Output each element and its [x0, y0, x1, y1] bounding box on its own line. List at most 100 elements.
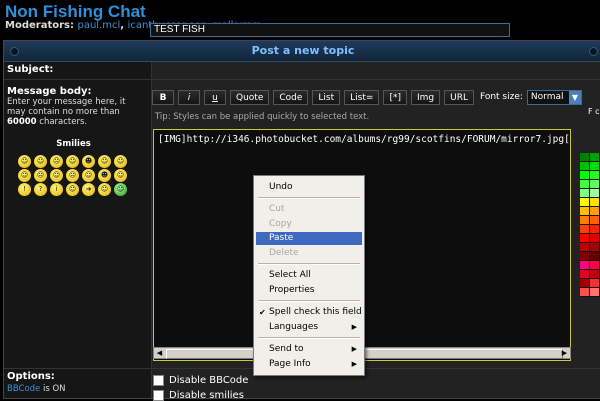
smiley-icon[interactable]: ☺: [98, 183, 111, 196]
smiley-icon[interactable]: ☺: [98, 155, 111, 168]
color-swatch[interactable]: [580, 261, 590, 270]
options-label: Options:: [7, 371, 55, 382]
color-swatch[interactable]: [590, 288, 600, 297]
smiley-icon[interactable]: ☺: [114, 155, 127, 168]
smiley-icon[interactable]: ☺: [66, 155, 79, 168]
color-swatch[interactable]: [590, 234, 600, 243]
smiley-icon[interactable]: ☹: [66, 169, 79, 182]
panel-titlebar: Post a new topic: [4, 41, 600, 62]
subject-input[interactable]: TEST FISH: [150, 23, 510, 37]
corner-dot-icon: [589, 47, 598, 56]
menu-item-label: Send to: [269, 344, 304, 354]
list-item-button[interactable]: [*]: [383, 89, 407, 105]
smiley-icon[interactable]: ☻: [98, 169, 111, 182]
menu-item-properties[interactable]: Properties: [256, 284, 362, 297]
smiley-icon[interactable]: ☻: [82, 155, 95, 168]
color-swatch[interactable]: [580, 189, 590, 198]
help-text-part: Enter your message here, it may contain …: [7, 97, 126, 117]
color-swatch[interactable]: [590, 261, 600, 270]
url-button[interactable]: URL: [444, 89, 474, 105]
menu-item-select-all[interactable]: Select All: [256, 269, 362, 282]
code-button[interactable]: Code: [273, 89, 309, 105]
message-body-label: Message body:: [7, 86, 92, 97]
bbcode-link[interactable]: BBCode: [7, 384, 40, 394]
smiley-icon[interactable]: ☹: [34, 169, 47, 182]
menu-item-send-to[interactable]: Send to ▶: [256, 343, 362, 356]
color-palette-label: F c: [588, 107, 600, 116]
menu-item-paste[interactable]: Paste: [256, 232, 362, 245]
color-swatch[interactable]: [580, 234, 590, 243]
menu-separator: [258, 337, 360, 339]
color-swatch[interactable]: [580, 153, 590, 162]
smiley-icon[interactable]: ☺: [66, 183, 79, 196]
color-swatch[interactable]: [580, 288, 590, 297]
color-palette: [580, 153, 600, 297]
alien-icon[interactable]: ☺: [114, 183, 127, 196]
forum-title[interactable]: Non Fishing Chat: [5, 2, 146, 22]
smiley-icon[interactable]: ☺: [18, 155, 31, 168]
quote-button[interactable]: Quote: [230, 89, 270, 105]
font-size-select[interactable]: Normal ▼: [526, 89, 582, 105]
color-swatch[interactable]: [590, 243, 600, 252]
img-button[interactable]: Img: [410, 89, 441, 105]
question-icon[interactable]: ?: [34, 183, 47, 196]
color-swatch[interactable]: [590, 171, 600, 180]
help-text-part: characters.: [39, 117, 88, 127]
color-swatch[interactable]: [590, 225, 600, 234]
ordered-list-button[interactable]: List=: [344, 89, 380, 105]
color-swatch[interactable]: [580, 270, 590, 279]
color-swatch[interactable]: [580, 243, 590, 252]
disable-bbcode-option[interactable]: Disable BBCode: [153, 375, 248, 386]
disable-smilies-option[interactable]: Disable smilies: [153, 390, 244, 401]
color-swatch[interactable]: [590, 207, 600, 216]
checkmark-icon: ✔: [259, 308, 266, 317]
color-swatch[interactable]: [590, 198, 600, 207]
arrow-icon[interactable]: ➜: [82, 183, 95, 196]
color-swatch[interactable]: [590, 153, 600, 162]
smilies-title: Smilies: [56, 139, 91, 149]
color-swatch[interactable]: [590, 180, 600, 189]
scroll-left-icon[interactable]: ◀: [154, 348, 165, 358]
color-swatch[interactable]: [580, 198, 590, 207]
subject-row: [4, 62, 600, 80]
bold-button[interactable]: B: [152, 89, 174, 105]
color-swatch[interactable]: [590, 270, 600, 279]
menu-item-label: Spell check this field: [269, 307, 362, 317]
smiley-icon[interactable]: ☺: [50, 169, 63, 182]
color-swatch[interactable]: [590, 279, 600, 288]
color-swatch[interactable]: [590, 252, 600, 261]
color-swatch[interactable]: [590, 216, 600, 225]
color-swatch[interactable]: [580, 279, 590, 288]
color-swatch[interactable]: [580, 216, 590, 225]
moderator-link-1[interactable]: paul.mcl: [77, 20, 120, 31]
smiley-icon[interactable]: ☹: [50, 155, 63, 168]
smiley-icon[interactable]: ☺: [18, 169, 31, 182]
idea-icon[interactable]: i: [50, 183, 63, 196]
smiley-icon[interactable]: ☺: [34, 155, 47, 168]
smiley-icon[interactable]: ☺: [82, 169, 95, 182]
menu-separator: [258, 197, 360, 199]
smiley-icon[interactable]: ☺: [114, 169, 127, 182]
menu-item-page-info[interactable]: Page Info ▶: [256, 358, 362, 371]
color-swatch[interactable]: [580, 207, 590, 216]
menu-item-undo[interactable]: Undo: [256, 181, 362, 194]
smilies-grid: ☺ ☺ ☹ ☺ ☻ ☺ ☺ ☺ ☹ ☺ ☹ ☺ ☻ ☺ ! ? i ☺ ➜ ☺ …: [18, 155, 128, 196]
color-swatch[interactable]: [580, 252, 590, 261]
disable-smilies-checkbox[interactable]: [153, 390, 164, 401]
italic-button[interactable]: i: [178, 89, 200, 105]
disable-bbcode-checkbox[interactable]: [153, 375, 164, 386]
menu-item-languages[interactable]: Languages ▶: [256, 321, 362, 334]
color-swatch[interactable]: [580, 162, 590, 171]
color-swatch[interactable]: [590, 189, 600, 198]
underline-button[interactable]: u: [204, 89, 226, 105]
color-swatch[interactable]: [580, 180, 590, 189]
chevron-down-icon[interactable]: ▼: [568, 90, 581, 104]
color-swatch[interactable]: [580, 171, 590, 180]
list-button[interactable]: List: [312, 89, 341, 105]
menu-item-spell-check[interactable]: ✔ Spell check this field: [256, 306, 362, 319]
color-swatch[interactable]: [590, 162, 600, 171]
color-swatch[interactable]: [580, 225, 590, 234]
font-size-value: Normal: [530, 91, 564, 102]
scroll-right-icon[interactable]: ▶: [559, 348, 570, 358]
exclamation-icon[interactable]: !: [18, 183, 31, 196]
